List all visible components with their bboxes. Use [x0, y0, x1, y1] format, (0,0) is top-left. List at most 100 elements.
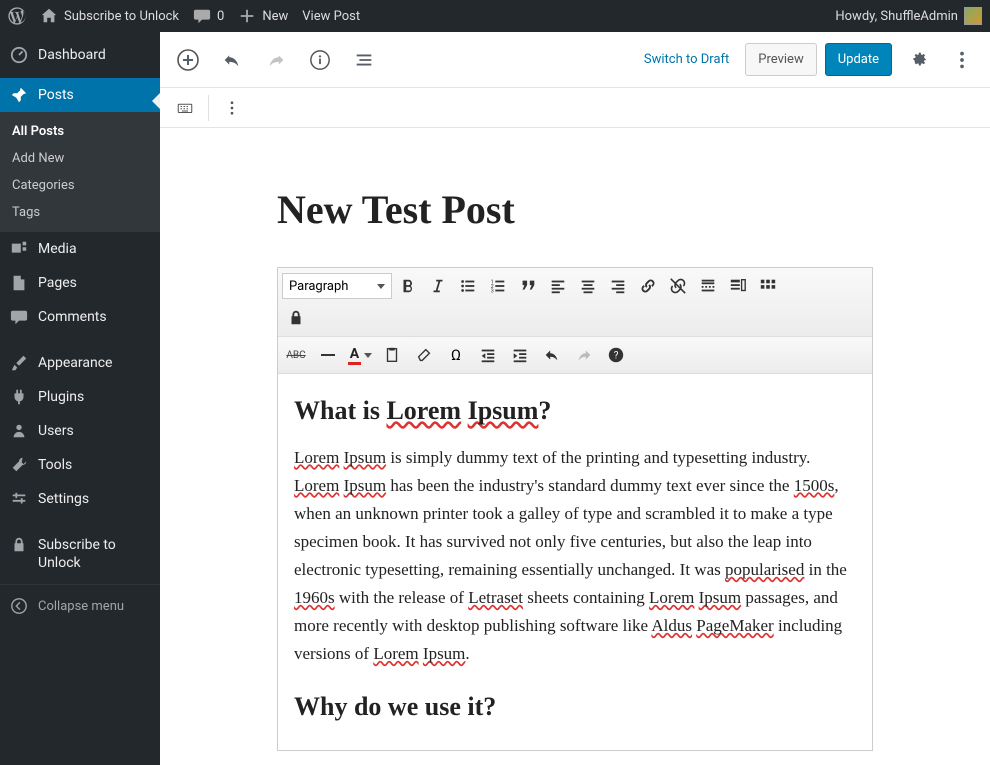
text: 1960s [294, 588, 335, 607]
site-name-link[interactable]: Subscribe to Unlock [40, 7, 179, 25]
redo-icon [265, 49, 287, 71]
submenu-tags[interactable]: Tags [0, 199, 160, 226]
block-more-button[interactable] [215, 91, 249, 125]
my-account[interactable]: Howdy, ShuffleAdmin [835, 7, 982, 25]
quote-button[interactable] [514, 272, 542, 300]
submenu-add-new[interactable]: Add New [0, 145, 160, 172]
chevron-down-icon [377, 284, 385, 289]
char-button[interactable]: Ω [442, 341, 470, 369]
keyboard-icon-button[interactable] [168, 91, 202, 125]
collapse-menu[interactable]: Collapse menu [0, 584, 160, 623]
sidebar-item-media[interactable]: Media [0, 232, 160, 266]
format-dropdown[interactable]: Paragraph [282, 273, 392, 299]
submenu-all-posts[interactable]: All Posts [0, 118, 160, 145]
link-icon [639, 277, 657, 295]
redo2-button[interactable] [570, 341, 598, 369]
sidebar-item-tools[interactable]: Tools [0, 448, 160, 482]
comments-link[interactable]: 0 [193, 7, 224, 25]
sidebar-item-comments[interactable]: Comments [0, 300, 160, 334]
redo-button[interactable] [258, 42, 294, 78]
post-title-input[interactable]: New Test Post [277, 186, 873, 233]
more-menu-button[interactable] [944, 42, 980, 78]
svg-text:?: ? [614, 351, 619, 362]
lock-button[interactable] [282, 304, 310, 332]
users-icon [10, 422, 28, 440]
divider [208, 95, 209, 121]
textcolor-button[interactable]: A [346, 341, 374, 369]
plus-icon [238, 7, 256, 25]
sidebar-label: Subscribe to Unlock [38, 536, 150, 572]
align-right-button[interactable] [604, 272, 632, 300]
submenu-categories[interactable]: Categories [0, 172, 160, 199]
update-button[interactable]: Update [825, 43, 892, 76]
dashboard-icon [10, 46, 28, 64]
outline-button[interactable] [346, 42, 382, 78]
unlink-icon [669, 277, 687, 295]
more-button[interactable] [694, 272, 722, 300]
sidebar-item-posts[interactable]: Posts [0, 78, 160, 112]
toolbar-toggle-button[interactable] [754, 272, 782, 300]
sidebar-label: Appearance [38, 355, 112, 371]
classic-toolbar-row2: ABC A Ω ? [278, 337, 872, 374]
sidebar-item-subscribe[interactable]: Subscribe to Unlock [0, 528, 160, 580]
sidebar-label: Comments [38, 309, 107, 325]
editor-scroll-area[interactable]: New Test Post Paragraph 123 [160, 128, 990, 765]
link-button[interactable] [634, 272, 662, 300]
howdy-text: Howdy, ShuffleAdmin [835, 9, 958, 24]
sidebar-item-dashboard[interactable]: Dashboard [0, 32, 160, 78]
sidebar-item-plugins[interactable]: Plugins [0, 380, 160, 414]
format-label: Paragraph [289, 279, 348, 294]
sidebar-label: Posts [38, 87, 74, 103]
switch-to-draft[interactable]: Switch to Draft [636, 52, 737, 67]
clear-format-button[interactable] [410, 341, 438, 369]
align-left-button[interactable] [544, 272, 572, 300]
preview-button[interactable]: Preview [745, 43, 816, 76]
sidebar-label: Dashboard [38, 47, 106, 63]
outdent-button[interactable] [474, 341, 502, 369]
paste-button[interactable] [378, 341, 406, 369]
strike-button[interactable]: ABC [282, 341, 310, 369]
stul-button[interactable] [724, 272, 752, 300]
sidebar-item-users[interactable]: Users [0, 414, 160, 448]
align-center-button[interactable] [574, 272, 602, 300]
admin-sidebar: Dashboard Posts All Posts Add New Catego… [0, 32, 160, 765]
italic-icon [429, 277, 447, 295]
redo-icon [575, 346, 593, 364]
view-post-link[interactable]: View Post [302, 9, 360, 24]
admin-bar: Subscribe to Unlock 0 New View Post Howd… [0, 0, 990, 32]
undo-button[interactable] [214, 42, 250, 78]
sidebar-item-appearance[interactable]: Appearance [0, 346, 160, 380]
unlink-button[interactable] [664, 272, 692, 300]
sidebar-item-pages[interactable]: Pages [0, 266, 160, 300]
add-block-button[interactable] [170, 42, 206, 78]
settings-gear-button[interactable] [900, 42, 936, 78]
info-button[interactable] [302, 42, 338, 78]
paste-icon [383, 346, 401, 364]
editor-top-toolbar: Switch to Draft Preview Update [160, 32, 990, 88]
text: Lorem [294, 448, 339, 467]
new-link[interactable]: New [238, 7, 288, 25]
ul-button[interactable] [454, 272, 482, 300]
help-icon: ? [607, 346, 625, 364]
text: Ipsum [344, 448, 387, 467]
readmore-icon [699, 277, 717, 295]
outdent-icon [479, 346, 497, 364]
italic-button[interactable] [424, 272, 452, 300]
undo2-button[interactable] [538, 341, 566, 369]
hr-button[interactable] [314, 341, 342, 369]
strike-icon: ABC [286, 350, 305, 361]
align-right-icon [609, 277, 627, 295]
help-button[interactable]: ? [602, 341, 630, 369]
content-editor[interactable]: What is Lorem Ipsum? Lorem Ipsum is simp… [278, 374, 872, 750]
editor-second-toolbar [160, 88, 990, 128]
sidebar-item-settings[interactable]: Settings [0, 482, 160, 516]
lock-icon [10, 536, 28, 554]
pages-icon [10, 274, 28, 292]
ol-button[interactable]: 123 [484, 272, 512, 300]
indent-button[interactable] [506, 341, 534, 369]
quote-icon [519, 277, 537, 295]
plugin-icon [10, 388, 28, 406]
collapse-label: Collapse menu [38, 599, 124, 614]
wp-logo[interactable] [8, 7, 26, 25]
bold-button[interactable] [394, 272, 422, 300]
